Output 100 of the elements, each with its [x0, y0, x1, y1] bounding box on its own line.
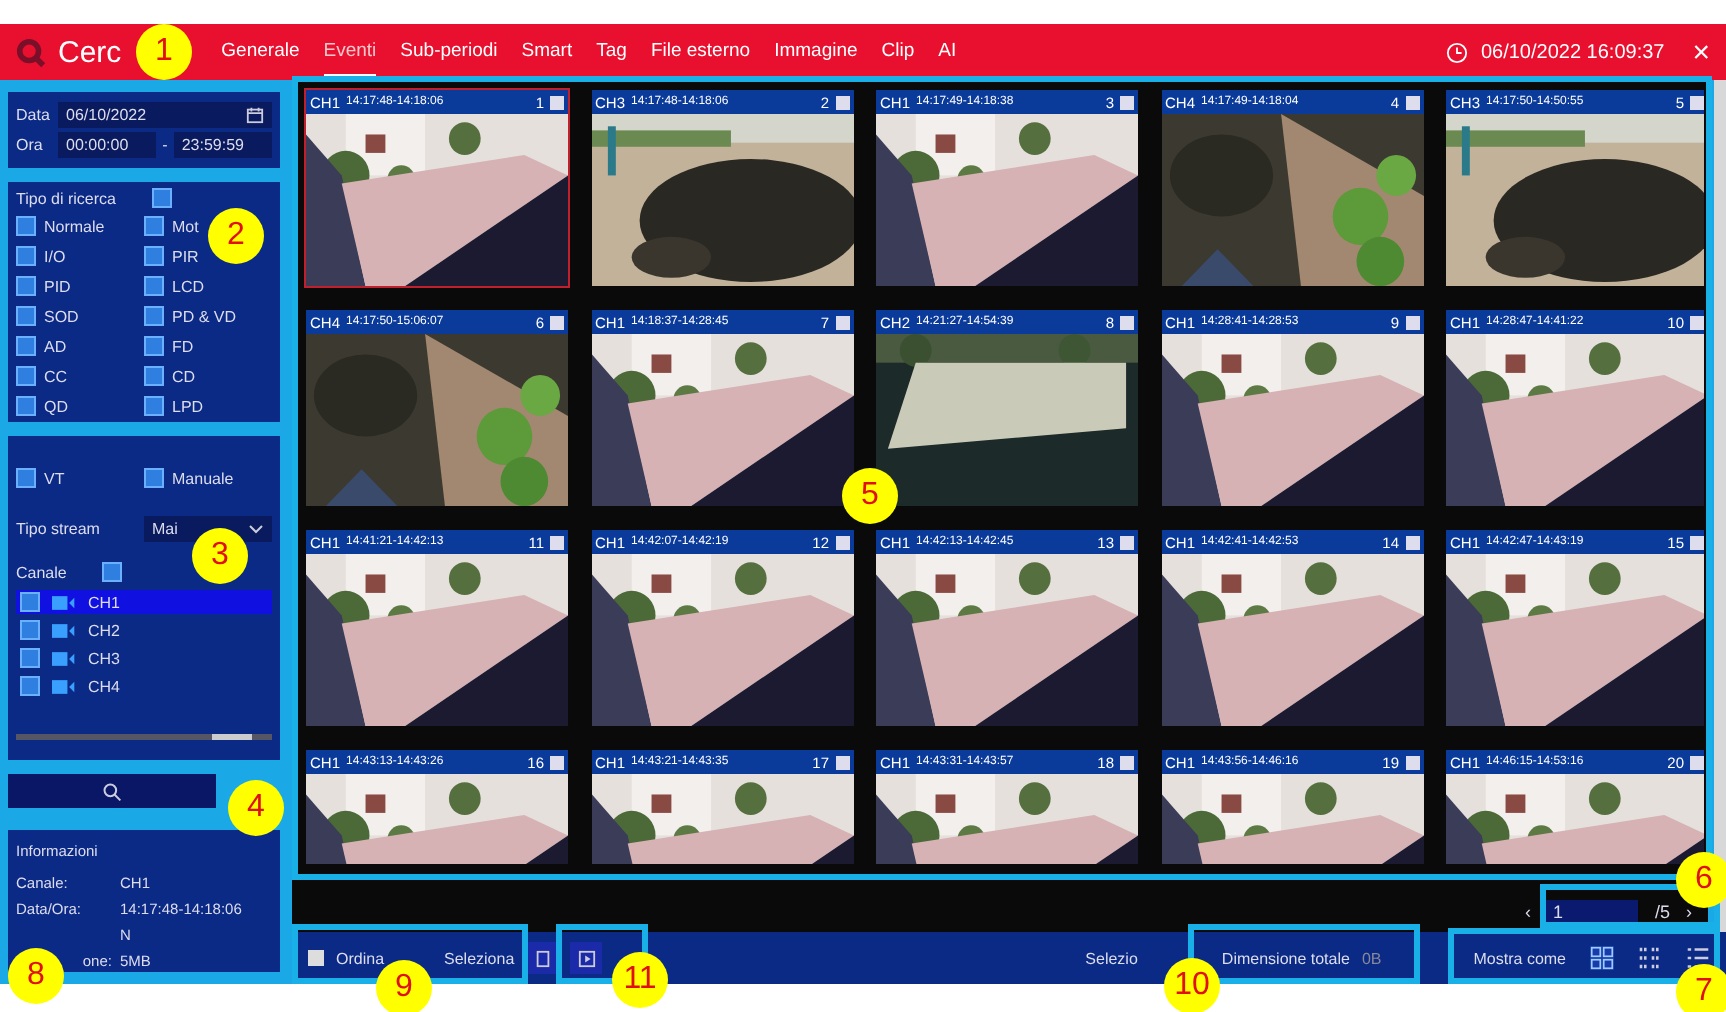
checkbox[interactable] [1405, 535, 1419, 549]
calendar-icon [246, 106, 264, 124]
checkbox[interactable] [16, 468, 36, 488]
callout-number: 11 [612, 952, 668, 1008]
checkbox-label: CD [172, 367, 196, 385]
checkbox-label: Manuale [172, 469, 234, 487]
checkbox[interactable] [1120, 315, 1134, 329]
checkbox[interactable] [20, 676, 40, 696]
checkbox[interactable] [835, 755, 849, 769]
checkbox[interactable] [151, 188, 172, 208]
checkbox[interactable] [835, 535, 849, 549]
checkbox[interactable] [1120, 95, 1134, 109]
checkbox-label: CC [44, 367, 68, 385]
channel-item[interactable]: CH2 [16, 618, 272, 642]
checkbox-label: QD [44, 397, 68, 415]
total-size-label: Dimensione totale [1221, 949, 1350, 967]
checkbox-label: PD & VD [172, 307, 237, 325]
field-label: Canale [16, 563, 67, 581]
checkbox[interactable] [1405, 95, 1419, 109]
tab[interactable]: Generale [221, 27, 300, 77]
checkbox[interactable] [1690, 535, 1704, 549]
play-button[interactable] [570, 942, 603, 974]
detail-view-icon[interactable] [1638, 946, 1662, 970]
checkbox-label: SOD [44, 307, 79, 325]
total-size-value: 0B [1361, 949, 1382, 967]
channel-item[interactable]: CH1 [16, 590, 272, 614]
time-field[interactable]: 23:59:59 [173, 132, 273, 158]
checkbox[interactable] [144, 276, 164, 296]
checkbox[interactable] [16, 276, 36, 296]
checkbox[interactable] [144, 396, 164, 416]
checkbox-label: Mot [172, 217, 199, 235]
checkbox[interactable] [16, 246, 36, 266]
camera-icon [52, 595, 76, 609]
search-icon [102, 781, 122, 801]
document-icon [533, 949, 552, 967]
checkbox[interactable] [144, 306, 164, 326]
separator-text: - [162, 136, 168, 154]
tab[interactable]: File esterno [650, 27, 751, 77]
checkbox[interactable] [16, 216, 36, 236]
next-page-button[interactable]: › [1686, 902, 1692, 922]
close-button[interactable]: × [1692, 35, 1710, 69]
view-label: Mostra come [1473, 949, 1566, 967]
checkbox[interactable] [550, 95, 564, 109]
window-title: Cerc [58, 35, 122, 69]
checkbox[interactable] [16, 396, 36, 416]
channel-item[interactable]: CH4 [16, 674, 272, 698]
tab[interactable]: Tag [596, 27, 627, 77]
checkbox[interactable] [550, 755, 564, 769]
checkbox-label: I/O [44, 247, 66, 265]
checkbox-label: AD [44, 337, 67, 355]
checkbox-label: Normale [44, 217, 105, 235]
checkbox[interactable] [20, 620, 40, 640]
checkbox[interactable] [835, 315, 849, 329]
checkbox[interactable] [102, 562, 123, 582]
checkbox[interactable] [835, 95, 849, 109]
checkbox[interactable] [1690, 755, 1704, 769]
checkbox-label: FD [172, 337, 194, 355]
checkbox[interactable] [1405, 315, 1419, 329]
checkbox[interactable] [144, 366, 164, 386]
selected-label: Selezio [1085, 949, 1138, 967]
checkbox[interactable] [16, 336, 36, 356]
checkbox-label: PIR [172, 247, 199, 265]
checkbox-label: VT [44, 469, 65, 487]
page-field[interactable]: 1 [1546, 900, 1639, 924]
channel-item[interactable]: CH3 [16, 646, 272, 670]
checkbox[interactable] [1690, 315, 1704, 329]
previous-page-button[interactable]: ‹ [1524, 902, 1531, 922]
grid-view-icon[interactable] [1590, 946, 1614, 970]
checkbox[interactable] [144, 216, 164, 236]
tab[interactable]: AI [938, 27, 957, 77]
play-icon [577, 949, 596, 967]
search-icon [16, 37, 46, 67]
checkbox[interactable] [308, 950, 324, 966]
date-field[interactable]: 06/10/2022 [58, 102, 272, 128]
clock-icon [1446, 41, 1469, 63]
field-label: Data [16, 106, 52, 124]
checkbox[interactable] [1120, 755, 1134, 769]
checkbox[interactable] [1690, 95, 1704, 109]
checkbox[interactable] [144, 246, 164, 266]
checkbox[interactable] [144, 468, 164, 488]
tab[interactable]: Smart [521, 27, 573, 77]
checkbox[interactable] [16, 366, 36, 386]
checkbox[interactable] [550, 535, 564, 549]
checkbox[interactable] [550, 315, 564, 329]
checkbox[interactable] [144, 336, 164, 356]
checkbox[interactable] [20, 648, 40, 668]
checkbox[interactable] [20, 592, 40, 612]
tab[interactable]: Sub-periodi [400, 27, 498, 77]
checkbox[interactable] [1405, 755, 1419, 769]
callout-number: 8 [8, 948, 64, 1004]
time-field[interactable]: 00:00:00 [58, 132, 157, 158]
tab[interactable]: Clip [881, 27, 915, 77]
checkbox[interactable] [16, 306, 36, 326]
page-total: /5 [1654, 902, 1670, 922]
checkbox-label: LPD [172, 397, 204, 415]
checkbox-label: PID [44, 277, 71, 295]
datetime: 06/10/2022 16:09:37 [1480, 41, 1665, 63]
checkbox[interactable] [1120, 535, 1134, 549]
tab[interactable]: Immagine [774, 27, 858, 77]
checkbox-label: LCD [172, 277, 205, 295]
